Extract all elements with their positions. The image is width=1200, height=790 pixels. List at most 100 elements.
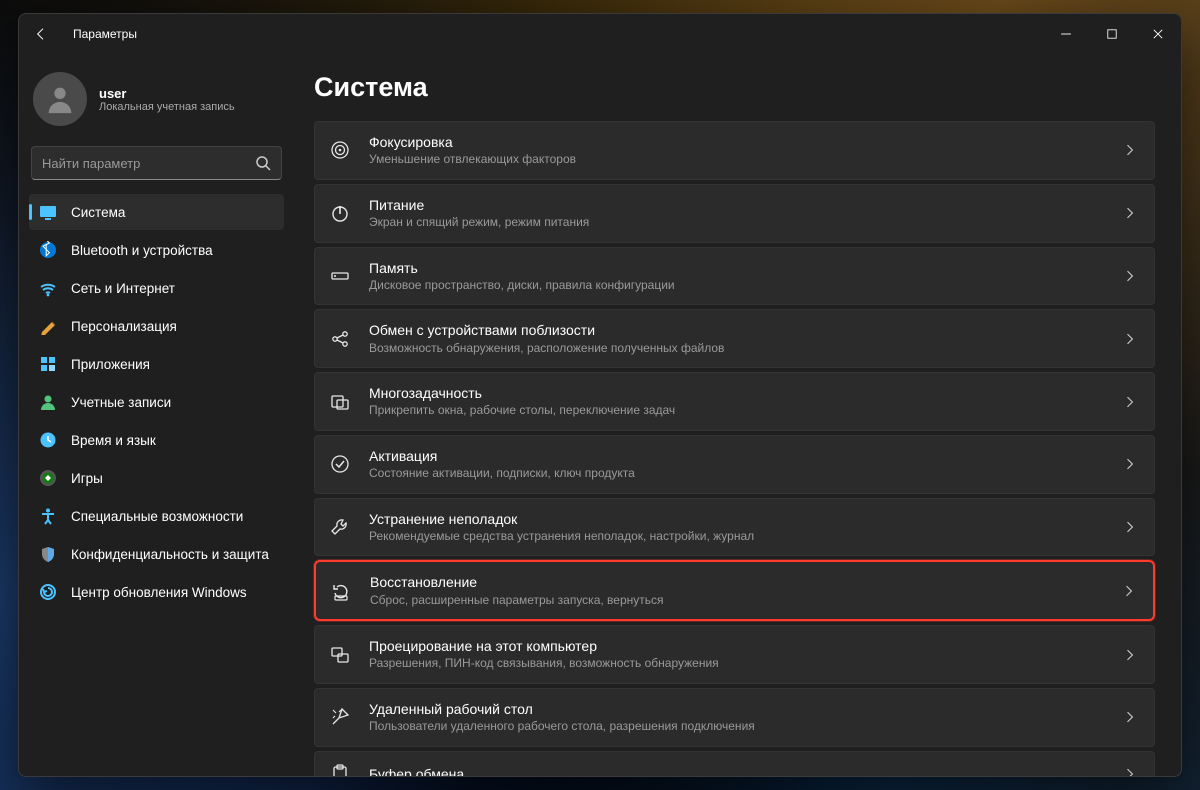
sidebar-item-accounts[interactable]: Учетные записи: [29, 384, 284, 420]
sidebar-item-time[interactable]: Время и язык: [29, 422, 284, 458]
setting-row-recovery[interactable]: Восстановление Сброс, расширенные параме…: [314, 560, 1155, 621]
avatar: [33, 72, 87, 126]
row-title: Удаленный рабочий стол: [369, 700, 1106, 718]
profile-name: user: [99, 86, 235, 101]
sidebar-item-wifi[interactable]: Сеть и Интернет: [29, 270, 284, 306]
activation-icon: [329, 453, 351, 475]
row-subtitle: Уменьшение отвлекающих факторов: [369, 152, 1106, 168]
row-text: Активация Состояние активации, подписки,…: [369, 447, 1106, 482]
update-icon: [39, 583, 57, 601]
main-panel: Система Фокусировка Уменьшение отвлекающ…: [294, 54, 1181, 776]
close-button[interactable]: [1135, 14, 1181, 54]
sidebar-item-bluetooth[interactable]: Bluetooth и устройства: [29, 232, 284, 268]
back-button[interactable]: [27, 18, 59, 50]
profile-subtitle: Локальная учетная запись: [99, 101, 235, 113]
row-subtitle: Экран и спящий режим, режим питания: [369, 215, 1106, 231]
search-box[interactable]: [31, 146, 282, 180]
row-text: Многозадачность Прикрепить окна, рабочие…: [369, 384, 1106, 419]
person-icon: [43, 82, 77, 116]
wifi-icon: [39, 279, 57, 297]
setting-row-multitask[interactable]: Многозадачность Прикрепить окна, рабочие…: [314, 372, 1155, 431]
gaming-icon: [39, 469, 57, 487]
close-icon: [1151, 24, 1165, 44]
chevron-right-icon: [1123, 584, 1137, 598]
setting-row-troubleshoot[interactable]: Устранение неполадок Рекомендуемые средс…: [314, 498, 1155, 557]
remote-icon: [329, 706, 351, 728]
row-text: Удаленный рабочий стол Пользователи удал…: [369, 700, 1106, 735]
window-title: Параметры: [73, 27, 137, 41]
sidebar-item-apps[interactable]: Приложения: [29, 346, 284, 382]
setting-row-storage[interactable]: Память Дисковое пространство, диски, пра…: [314, 247, 1155, 306]
page-title: Система: [314, 72, 1155, 103]
setting-row-project[interactable]: Проецирование на этот компьютер Разрешен…: [314, 625, 1155, 684]
sidebar-item-label: Bluetooth и устройства: [71, 243, 213, 258]
privacy-icon: [39, 545, 57, 563]
chevron-right-icon: [1124, 269, 1138, 283]
row-title: Восстановление: [370, 573, 1105, 591]
bluetooth-icon: [39, 241, 57, 259]
share-icon: [329, 328, 351, 350]
row-title: Активация: [369, 447, 1106, 465]
chevron-right-icon: [1124, 395, 1138, 409]
setting-row-share[interactable]: Обмен с устройствами поблизости Возможно…: [314, 309, 1155, 368]
sidebar-item-gaming[interactable]: Игры: [29, 460, 284, 496]
sidebar-item-privacy[interactable]: Конфиденциальность и защита: [29, 536, 284, 572]
accounts-icon: [39, 393, 57, 411]
storage-icon: [329, 265, 351, 287]
chevron-right-icon: [1124, 648, 1138, 662]
chevron-right-icon: [1124, 520, 1138, 534]
sidebar-item-system[interactable]: Система: [29, 194, 284, 230]
row-text: Восстановление Сброс, расширенные параме…: [370, 573, 1105, 608]
chevron-right-icon: [1124, 206, 1138, 220]
row-title: Многозадачность: [369, 384, 1106, 402]
window-body: user Локальная учетная запись Система Blu…: [19, 54, 1181, 776]
row-text: Память Дисковое пространство, диски, пра…: [369, 259, 1106, 294]
row-subtitle: Дисковое пространство, диски, правила ко…: [369, 278, 1106, 294]
chevron-right-icon: [1124, 710, 1138, 724]
row-text: Питание Экран и спящий режим, режим пита…: [369, 196, 1106, 231]
row-title: Память: [369, 259, 1106, 277]
sidebar-item-personalize[interactable]: Персонализация: [29, 308, 284, 344]
setting-row-remote[interactable]: Удаленный рабочий стол Пользователи удал…: [314, 688, 1155, 747]
focus-icon: [329, 139, 351, 161]
chevron-right-icon: [1124, 457, 1138, 471]
sidebar-item-label: Персонализация: [71, 319, 177, 334]
row-title: Питание: [369, 196, 1106, 214]
setting-row-clipboard[interactable]: Буфер обмена: [314, 751, 1155, 776]
chevron-right-icon: [1124, 332, 1138, 346]
setting-row-activation[interactable]: Активация Состояние активации, подписки,…: [314, 435, 1155, 494]
row-subtitle: Пользователи удаленного рабочего стола, …: [369, 719, 1106, 735]
row-text: Буфер обмена: [369, 765, 1106, 776]
maximize-button[interactable]: [1089, 14, 1135, 54]
minimize-button[interactable]: [1043, 14, 1089, 54]
recovery-icon: [330, 580, 352, 602]
system-icon: [39, 203, 57, 221]
sidebar-item-accessibility[interactable]: Специальные возможности: [29, 498, 284, 534]
setting-row-focus[interactable]: Фокусировка Уменьшение отвлекающих факто…: [314, 121, 1155, 180]
personalize-icon: [39, 317, 57, 335]
row-subtitle: Прикрепить окна, рабочие столы, переключ…: [369, 403, 1106, 419]
titlebar: Параметры: [19, 14, 1181, 54]
power-icon: [329, 202, 351, 224]
sidebar-item-label: Специальные возможности: [71, 509, 243, 524]
sidebar: user Локальная учетная запись Система Blu…: [19, 54, 294, 776]
row-title: Проецирование на этот компьютер: [369, 637, 1106, 655]
settings-window: Параметры user Локальная учетная запись: [18, 13, 1182, 777]
apps-icon: [39, 355, 57, 373]
sidebar-item-label: Учетные записи: [71, 395, 171, 410]
maximize-icon: [1105, 24, 1119, 44]
profile-block[interactable]: user Локальная учетная запись: [25, 66, 288, 142]
chevron-right-icon: [1124, 767, 1138, 776]
project-icon: [329, 644, 351, 666]
sidebar-item-label: Конфиденциальность и защита: [71, 547, 269, 562]
search-input[interactable]: [42, 156, 255, 171]
nav-list: Система Bluetooth и устройства Сеть и Инте…: [25, 194, 288, 610]
setting-row-power[interactable]: Питание Экран и спящий режим, режим пита…: [314, 184, 1155, 243]
sidebar-item-label: Центр обновления Windows: [71, 585, 247, 600]
sidebar-item-update[interactable]: Центр обновления Windows: [29, 574, 284, 610]
row-text: Устранение неполадок Рекомендуемые средс…: [369, 510, 1106, 545]
accessibility-icon: [39, 507, 57, 525]
arrow-left-icon: [35, 22, 51, 46]
clipboard-icon: [329, 763, 351, 776]
row-title: Буфер обмена: [369, 765, 1106, 776]
